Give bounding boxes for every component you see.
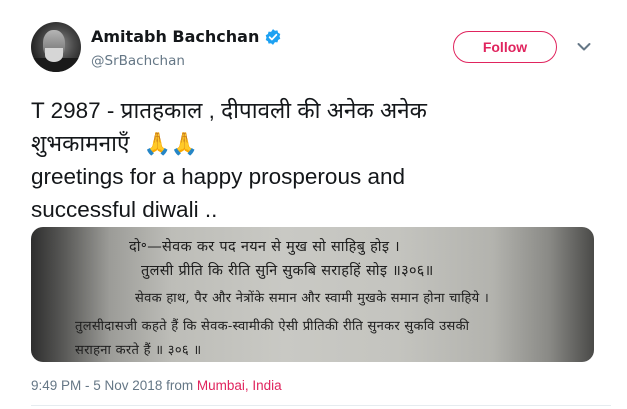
tweet-meta: 9:49 PM - 5 Nov 2018 from Mumbai, India xyxy=(31,378,282,393)
media-text-line: तुलसी प्रीति कि रीति सुनि सुकबि सराहहिं … xyxy=(141,263,434,279)
tweet-line-2-text: शुभकामनाएँ xyxy=(31,131,130,156)
avatar[interactable] xyxy=(31,22,81,72)
from-label: from xyxy=(162,378,197,393)
divider xyxy=(31,405,611,406)
tweet-timestamp[interactable]: 9:49 PM - 5 Nov 2018 xyxy=(31,378,162,393)
media-text-line: सराहना करते हैं ॥ ३०६ ॥ xyxy=(75,343,202,358)
folded-hands-emoji: 🙏🙏 xyxy=(143,131,199,156)
tweet-line-3: greetings for a happy prosperous and xyxy=(31,164,405,189)
tweet-line-1: T 2987 - प्रातहकाल , दीपावली की अनेक अने… xyxy=(31,98,427,123)
tweet-location-link[interactable]: Mumbai, India xyxy=(197,378,282,393)
author-display-name[interactable]: Amitabh Bachchan xyxy=(91,27,259,46)
media-text-line: दो॰—सेवक कर पद नयन से मुख सो साहिबु होइ … xyxy=(129,239,400,255)
tweet-line-4: successful diwali .. xyxy=(31,197,218,222)
author-handle[interactable]: @SrBachchan xyxy=(91,53,185,69)
tweet-text: T 2987 - प्रातहकाल , दीपावली की अनेक अने… xyxy=(31,94,591,226)
author-name-row[interactable]: Amitabh Bachchan xyxy=(91,27,282,46)
tweet-media-image[interactable]: दो॰—सेवक कर पद नयन से मुख सो साहिबु होइ … xyxy=(31,227,594,362)
follow-button[interactable]: Follow xyxy=(453,31,557,63)
avatar-beard xyxy=(45,48,63,62)
tweet-line-2: शुभकामनाएँ 🙏🙏 xyxy=(31,127,591,160)
verified-badge-icon xyxy=(266,28,281,45)
media-text-line: तुलसीदासजी कहते हैं कि सेवक-स्वामीकी ऐसी… xyxy=(75,319,470,334)
chevron-down-icon[interactable] xyxy=(577,42,591,52)
media-text-line: सेवक हाथ, पैर और नेत्रोंके समान और स्वाम… xyxy=(135,291,490,306)
